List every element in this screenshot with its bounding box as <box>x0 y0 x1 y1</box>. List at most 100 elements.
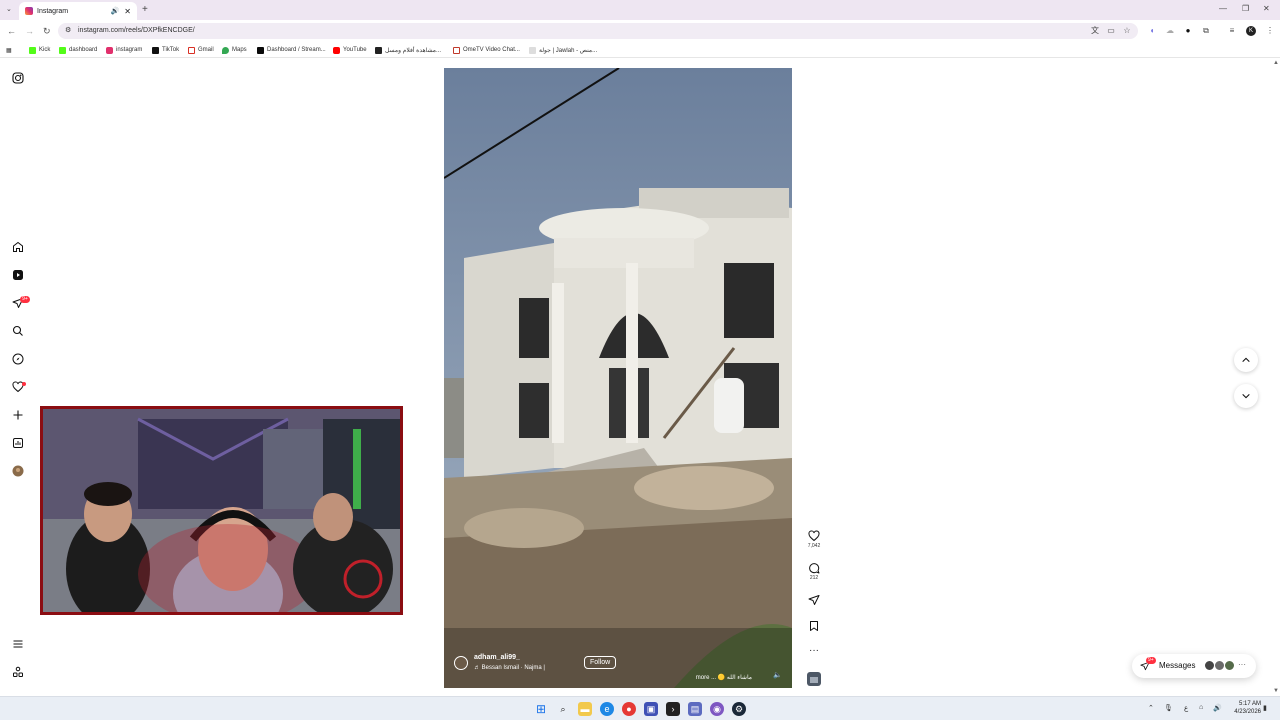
comment-button[interactable]: 212 <box>805 562 823 581</box>
profile-avatar[interactable]: K <box>1246 26 1256 36</box>
notifications-badge: 9+ <box>20 296 30 303</box>
translate-icon[interactable]: 文 <box>1090 26 1100 36</box>
share-button[interactable] <box>805 594 823 606</box>
notepad-icon[interactable]: ▤ <box>688 702 702 716</box>
minimize-icon[interactable]: — <box>1219 4 1227 13</box>
reel-video[interactable]: adham_ali99_ ♬ Bessan Ismail · Najma | F… <box>444 68 792 688</box>
volume-icon[interactable]: 🔊 <box>1213 704 1222 712</box>
follow-button[interactable]: Follow <box>584 656 617 669</box>
extension-cloud-icon[interactable]: ☁ <box>1165 26 1175 36</box>
instagram-logo-icon[interactable] <box>11 71 25 85</box>
windows-start-icon[interactable]: ⊞ <box>534 702 548 716</box>
reading-list-icon[interactable]: ≡ <box>1227 26 1237 36</box>
taskbar-search-icon[interactable]: ⌕ <box>556 702 570 716</box>
author-username[interactable]: adham_ali99_ <box>474 654 520 661</box>
scroll-down-icon[interactable]: ▼ <box>1273 688 1279 694</box>
close-window-icon[interactable]: ✕ <box>1263 4 1270 13</box>
chrome-menu-icon[interactable]: ⋮ <box>1265 26 1275 36</box>
bookmark-gmail[interactable]: Gmail <box>188 45 214 55</box>
movies-site-icon <box>375 46 382 54</box>
close-tab-icon[interactable]: ✕ <box>124 7 131 16</box>
bookmark-maps[interactable]: Maps <box>222 45 247 55</box>
profile-avatar-icon[interactable] <box>11 464 25 478</box>
microphone-icon[interactable]: 🎙 <box>1164 704 1173 712</box>
site-info-icon[interactable]: ⚙ <box>65 23 71 39</box>
network-icon[interactable]: ⌂ <box>1199 704 1203 711</box>
audio-thumbnail[interactable] <box>805 672 823 686</box>
steam-icon[interactable]: ⚙ <box>732 702 746 716</box>
audio-track-text: Bessan Ismail · Najma | <box>481 665 545 671</box>
caption-more-link[interactable]: more ... <box>696 675 716 681</box>
bookmark-jawlah[interactable]: جولة | Jawlah - منص... <box>529 45 597 55</box>
file-explorer-icon[interactable]: ▬ <box>578 702 592 716</box>
cast-icon[interactable]: ▭ <box>1106 26 1116 36</box>
dashboard-chart-icon[interactable] <box>11 436 25 450</box>
tab-instagram[interactable]: Instagram 🔊 ✕ <box>19 2 137 20</box>
restore-icon[interactable]: ❐ <box>1242 4 1249 13</box>
bookmark-icon <box>810 621 818 631</box>
bookmark-label: dashboard <box>69 47 98 53</box>
bookmark-tiktok[interactable]: TikTok <box>152 45 179 55</box>
create-plus-icon[interactable] <box>11 408 25 422</box>
search-icon[interactable] <box>11 324 25 338</box>
chrome-icon[interactable]: ● <box>622 702 636 716</box>
terminal-icon[interactable]: › <box>666 702 680 716</box>
extensions-puzzle-icon[interactable]: ⧉ <box>1201 26 1211 36</box>
speaker-icon[interactable]: 🔊 <box>111 7 120 15</box>
page-scrollbar[interactable]: ▲ ▼ <box>1273 60 1280 696</box>
messages-label: Messages <box>1159 661 1196 670</box>
bookmark-kick[interactable]: Kick <box>29 45 50 55</box>
more-menu-icon[interactable] <box>11 637 25 651</box>
chevron-down-icon <box>1242 393 1250 399</box>
previous-reel-button[interactable] <box>1234 348 1258 372</box>
tab-search-icon[interactable]: ⌄ <box>6 5 12 13</box>
like-button[interactable]: 7,042 <box>805 530 823 549</box>
extension-circle-icon[interactable]: ● <box>1183 26 1193 36</box>
kick-icon <box>59 46 66 54</box>
windows-taskbar: ⊞ ⌕ ▬ e ● ▣ › ▤ ◉ ⚙ ⌃ 🎙 ع ⌂ 🔊 5:17 AM 4/… <box>0 696 1280 720</box>
home-icon[interactable] <box>11 240 25 254</box>
save-button[interactable] <box>805 620 823 632</box>
bookmark-label: مشاهدة أفلام ومسل... <box>385 47 442 54</box>
more-options-icon[interactable]: ··· <box>805 645 823 656</box>
reel-caption[interactable]: more ... 🟡 ماشاء الله <box>696 674 752 681</box>
also-from-meta-icon[interactable] <box>11 665 25 679</box>
apps-grid-icon[interactable]: ▦ <box>6 45 12 55</box>
notification-center-icon[interactable]: ▮ <box>1263 704 1267 712</box>
bookmark-dashboard-stream[interactable]: Dashboard / Stream... <box>257 45 326 55</box>
audio-track-label[interactable]: ♬ Bessan Ismail · Najma | <box>474 665 545 671</box>
audio-toggle-icon[interactable]: 🔈 <box>773 671 782 679</box>
app-icon[interactable]: ▣ <box>644 702 658 716</box>
scroll-up-icon[interactable]: ▲ <box>1273 60 1279 66</box>
bookmark-youtube[interactable]: YouTube <box>333 45 367 55</box>
stream-dashboard-icon <box>257 46 264 54</box>
heart-icon <box>808 530 820 542</box>
reels-icon[interactable] <box>11 268 25 282</box>
reload-icon[interactable]: ↻ <box>43 26 51 37</box>
keyboard-language-icon[interactable]: ع <box>1184 704 1188 712</box>
taskbar-clock[interactable]: 5:17 AM 4/23/2026 <box>1225 700 1261 716</box>
author-avatar[interactable] <box>454 656 468 670</box>
explore-compass-icon[interactable] <box>11 352 25 366</box>
bookmark-star-icon[interactable]: ☆ <box>1122 26 1132 36</box>
messenger-app-icon[interactable]: ◉ <box>710 702 724 716</box>
comment-count: 212 <box>809 575 819 581</box>
url-bar[interactable]: ⚙ instagram.com/reels/DXPfkENCDGE/ <box>58 23 1138 39</box>
bookmark-movies[interactable]: مشاهدة أفلام ومسل... <box>375 45 441 55</box>
edge-browser-icon[interactable]: e <box>600 702 614 716</box>
gmail-icon <box>188 46 195 54</box>
bookmark-dashboard[interactable]: dashboard <box>59 45 97 55</box>
bookmark-ometv[interactable]: OmeTV Video Chat... <box>453 45 520 55</box>
bookmark-instagram[interactable]: instagram <box>106 45 142 55</box>
back-icon[interactable]: ← <box>7 26 16 36</box>
new-tab-button[interactable]: + <box>142 4 148 15</box>
tab-title: Instagram <box>37 7 69 15</box>
messages-button[interactable]: 9+ Messages ··· <box>1132 654 1256 678</box>
next-reel-button[interactable] <box>1234 384 1258 408</box>
extension-audio-icon[interactable]: ◖ <box>1147 26 1157 36</box>
maps-icon <box>222 46 229 54</box>
bookmark-label: OmeTV Video Chat... <box>463 47 520 53</box>
tray-overflow-icon[interactable]: ⌃ <box>1148 704 1154 712</box>
bookmark-label: Maps <box>232 47 247 53</box>
forward-icon[interactable]: → <box>25 26 34 36</box>
